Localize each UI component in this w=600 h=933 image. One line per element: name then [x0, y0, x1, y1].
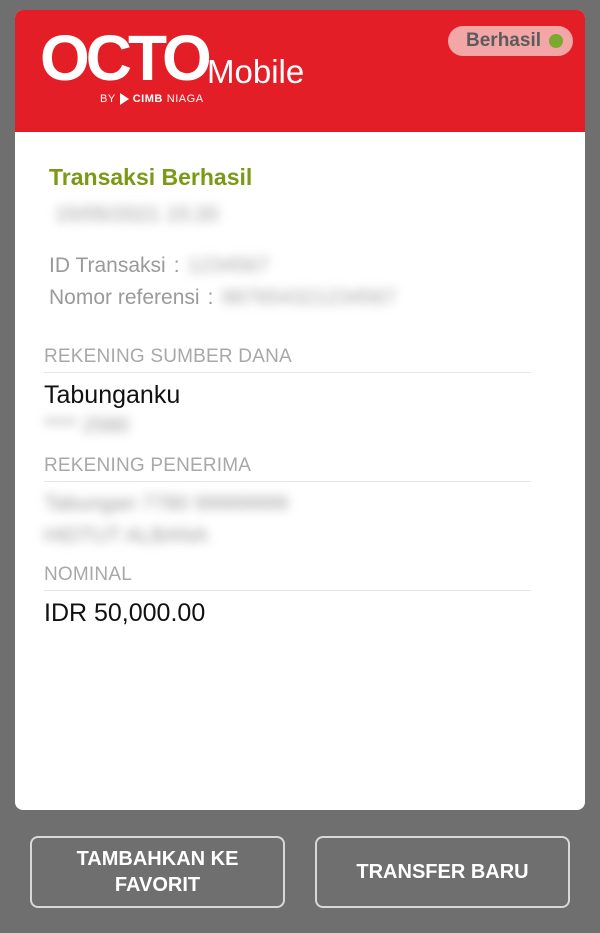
colon: : — [207, 286, 214, 309]
status-dot-icon — [549, 34, 563, 48]
reference-value: 987654321234567 — [221, 286, 397, 309]
cimb-byline: BY CIMB NIAGA — [100, 92, 204, 106]
new-transfer-button[interactable]: TRANSFER BARU — [315, 836, 570, 908]
transaction-id-value: 1234567 — [187, 254, 270, 277]
byline-by: BY — [100, 93, 116, 105]
colon: : — [173, 254, 180, 277]
recipient-account-line2: HIDTUT ALBANA — [44, 524, 209, 547]
source-account-type: Tabunganku — [44, 381, 181, 409]
source-account-label: REKENING SUMBER DANA — [44, 346, 531, 373]
recipient-account-line1: Tabungan 7780 99999999 — [44, 492, 289, 515]
reference-row: Nomor referensi : 987654321234567 — [49, 286, 397, 310]
transaction-id-label: ID Transaksi — [49, 254, 166, 277]
mobile-logo-text: Mobile — [207, 53, 305, 90]
receipt-card: OCTO Mobile BY CIMB NIAGA Berhasil Trans… — [15, 10, 585, 810]
transaction-date: 15/05/2021 15:20 — [55, 203, 219, 226]
cimb-logo-icon — [119, 93, 129, 105]
source-account-section: REKENING SUMBER DANA Tabunganku **** 258… — [44, 346, 531, 438]
amount-value: IDR 50,000.00 — [44, 599, 206, 627]
transaction-id-row: ID Transaksi : 1234567 — [49, 254, 269, 278]
octo-logo: OCTO — [40, 22, 212, 94]
recipient-account-section: REKENING PENERIMA Tabungan 7780 99999999… — [44, 455, 531, 548]
source-account-number: **** 2580 — [44, 414, 130, 437]
recipient-account-label: REKENING PENERIMA — [44, 455, 531, 482]
app-header: OCTO Mobile BY CIMB NIAGA Berhasil — [15, 10, 585, 132]
amount-label: NOMINAL — [44, 564, 531, 591]
amount-section: NOMINAL IDR 50,000.00 — [44, 564, 531, 628]
status-badge: Berhasil — [448, 26, 573, 56]
reference-label: Nomor referensi — [49, 286, 200, 309]
receipt-title: Transaksi Berhasil — [49, 164, 253, 190]
byline-cimb: CIMB — [132, 93, 163, 105]
status-label: Berhasil — [466, 30, 541, 51]
byline-niaga: NIAGA — [166, 93, 204, 105]
add-to-favorite-button[interactable]: TAMBAHKAN KE FAVORIT — [30, 836, 285, 908]
